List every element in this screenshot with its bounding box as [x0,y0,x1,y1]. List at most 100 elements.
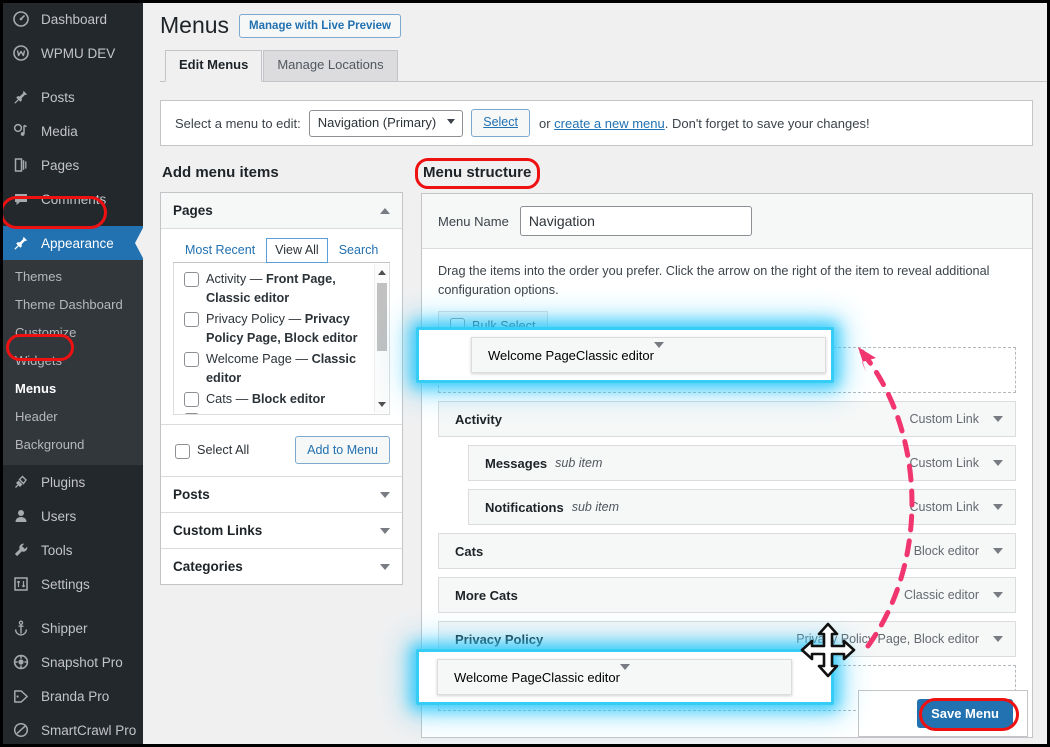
sidebar-item-label: Media [41,123,78,139]
red-highlight-box-appearance [0,196,107,229]
list-item[interactable]: Privacy Policy — Privacy Policy Page, Bl… [174,309,389,349]
dash: — [288,312,302,326]
wordpress-admin-screen: Dashboard WPMU DEV Posts Media Pages Com… [0,0,1050,747]
select-all-checkbox[interactable] [175,443,190,459]
red-highlight-box-save-menu [919,698,1019,731]
page-checkbox[interactable] [184,413,199,414]
sidebar-item-appearance[interactable]: Appearance [0,226,144,260]
menu-item-activity[interactable]: Activity Custom Link [438,401,1016,438]
sidebar-item-wpmu-dev[interactable]: WPMU DEV [0,36,143,70]
menu-select-value: Navigation (Primary) [308,109,464,137]
menu-select-dropdown[interactable]: Navigation (Primary) [308,109,464,137]
chevron-down-icon[interactable] [993,548,1003,555]
sidebar-item-label: WPMU DEV [41,45,116,61]
tab-search[interactable]: Search [330,238,388,262]
scroll-up-arrow-icon[interactable] [378,270,386,275]
manage-live-preview-button[interactable]: Manage with Live Preview [239,13,401,39]
sidebar-item-snapshot-pro[interactable]: Snapshot Pro [0,645,143,679]
sidebar-item-dashboard[interactable]: Dashboard [0,2,143,36]
chevron-down-icon[interactable] [993,592,1003,599]
page-name: Activity [206,272,247,286]
sidebar-subitem-theme-dashboard[interactable]: Theme Dashboard [0,291,143,319]
list-item[interactable]: Activity — Front Page, Classic editor [174,269,389,309]
tab-manage-locations[interactable]: Manage Locations [263,50,398,81]
sidebar-item-posts[interactable]: Posts [0,80,143,114]
sidebar-item-pages[interactable]: Pages [0,148,143,182]
tab-most-recent[interactable]: Most Recent [176,238,264,262]
pages-panel-header[interactable]: Pages [161,193,402,229]
menu-item-cats[interactable]: Cats Block editor [438,533,1016,570]
sidebar-subitem-background[interactable]: Background [0,431,143,459]
sidebar-item-branda-pro[interactable]: Branda Pro [0,679,143,713]
chevron-down-icon[interactable] [380,527,390,534]
categories-panel-header[interactable]: Categories [161,548,402,585]
sidebar-subitem-menus[interactable]: Menus [0,375,143,403]
wrench-icon [10,540,32,560]
tab-edit-menus[interactable]: Edit Menus [165,50,263,82]
page-meta: Block editor [251,392,326,406]
chevron-down-icon[interactable] [380,563,390,570]
chevron-down-icon[interactable] [993,636,1003,643]
scrollbar-thumb[interactable] [377,283,387,351]
chevron-down-icon[interactable] [993,504,1003,511]
sidebar-item-users[interactable]: Users [0,499,143,533]
menu-name-input[interactable]: Navigation [519,206,752,236]
add-menu-items-column: Add menu items Pages Most Recent View Al… [160,160,403,738]
custom-links-panel-header[interactable]: Custom Links [161,512,402,549]
appearance-submenu: Themes Theme Dashboard Customize Widgets… [0,260,143,465]
posts-panel-header[interactable]: Posts [161,476,402,513]
create-new-menu-link[interactable]: create a new menu [554,116,665,131]
chevron-down-icon[interactable] [380,491,390,498]
menu-item-type: Custom Link [909,456,979,471]
list-item[interactable]: More Cats — Classic editor [174,410,389,414]
dragged-menu-item-bottom[interactable]: Welcome Page Classic editor [437,659,792,695]
sidebar-item-smartcrawl-pro[interactable]: SmartCrawl Pro [0,713,143,747]
add-to-menu-button[interactable]: Add to Menu [295,436,390,465]
pages-checkbox-list[interactable]: Activity — Front Page, Classic editor Pr… [173,263,390,415]
menu-item-title: Welcome Page [454,669,542,685]
menu-structure-heading: Menu structure [423,164,532,181]
sidebar-item-shipper[interactable]: Shipper [0,611,143,645]
menu-item-messages[interactable]: Messages sub item Custom Link [468,445,1016,482]
list-item[interactable]: Cats — Block editor [174,389,389,410]
dragged-menu-item-top[interactable]: Welcome Page Classic editor [471,337,826,373]
wpmudev-icon [10,43,32,63]
chevron-down-icon[interactable] [993,460,1003,467]
sidebar-subitem-header[interactable]: Header [0,403,143,431]
chevron-down-icon[interactable] [619,663,630,685]
sidebar-divider-1 [0,70,143,80]
list-item[interactable]: Welcome Page — Classic editor [174,349,389,389]
dash: — [295,352,309,366]
dash: — [249,272,263,286]
menu-item-more-cats[interactable]: More Cats Classic editor [438,577,1016,614]
tab-view-all[interactable]: View All [266,238,328,263]
sidebar-item-media[interactable]: Media [0,114,143,148]
pages-list-scrollbar[interactable] [374,264,388,413]
menu-item-title: Activity [455,411,502,427]
chevron-up-icon[interactable] [380,207,390,214]
page-checkbox[interactable] [184,392,199,407]
admin-bar [143,0,1050,3]
sidebar-item-label: Plugins [41,474,86,490]
chevron-down-icon[interactable] [993,416,1003,423]
menu-item-notifications[interactable]: Notifications sub item Custom Link [468,489,1016,526]
sidebar-item-settings[interactable]: Settings [0,567,143,601]
save-menu-bar: Save Menu [858,690,1028,737]
sidebar-divider-3 [0,601,143,611]
sidebar-subitem-themes[interactable]: Themes [0,263,143,291]
sidebar-item-label: Settings [41,576,90,592]
sidebar-item-label: Branda Pro [41,688,110,704]
page-checkbox[interactable] [184,272,199,287]
select-all-control[interactable]: Select All [173,442,249,459]
select-button[interactable]: Select [471,109,530,137]
user-icon [10,506,32,526]
sidebar-item-plugins[interactable]: Plugins [0,465,143,499]
sidebar-item-tools[interactable]: Tools [0,533,143,567]
page-checkbox[interactable] [184,352,199,367]
chevron-down-icon [447,118,456,124]
page-checkbox[interactable] [184,312,199,327]
chevron-down-icon[interactable] [653,341,664,363]
save-hint-text: . Don't forget to save your changes! [664,115,870,131]
scroll-down-arrow-icon[interactable] [378,402,386,407]
circle-slash-icon [10,720,32,740]
